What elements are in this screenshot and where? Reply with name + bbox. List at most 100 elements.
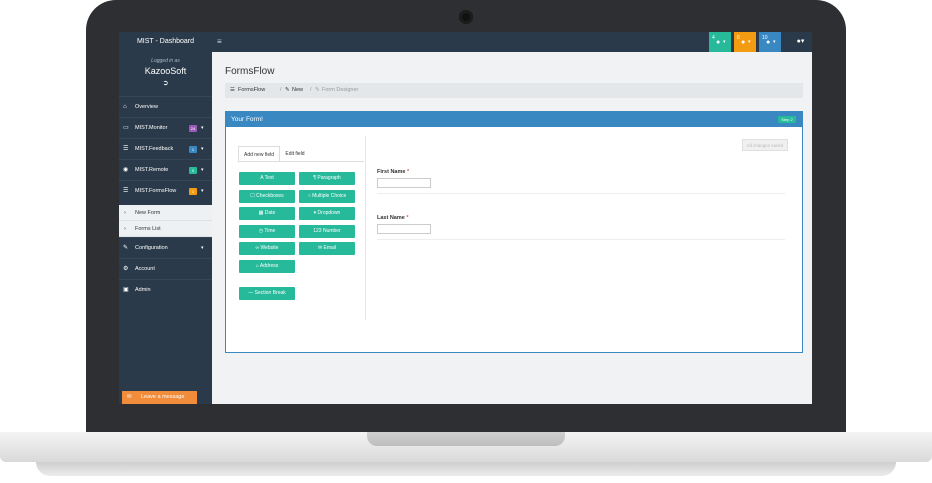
tabs-underline — [238, 161, 364, 162]
panel-title: Your Form! — [231, 116, 263, 123]
notification-button[interactable]: 10 ● ▾ — [759, 32, 781, 52]
field-label-text: Last Name — [377, 215, 405, 221]
add-section-break-button[interactable]: — Section Break — [239, 287, 295, 300]
chevron-down-icon: ▾ — [723, 39, 726, 45]
add-paragraph-field-button[interactable]: ¶ Paragraph — [299, 172, 355, 185]
add-date-field-button[interactable]: ▦ Date — [239, 207, 295, 220]
chevron-right-icon: › — [124, 226, 126, 232]
button-label: Time — [264, 228, 276, 234]
users-icon: ◉ — [123, 167, 129, 173]
button-label: Number — [322, 228, 341, 234]
hamburger-icon[interactable]: ≡ — [217, 32, 222, 52]
button-label: Section Break — [254, 290, 286, 296]
sidebar-item-configuration[interactable]: ✎ Configuration ▾ — [119, 237, 212, 258]
button-label: Dropdown — [317, 210, 341, 216]
sidebar-item-feedback[interactable]: ☰ MIST.Feedback 1 ▾ — [119, 138, 212, 159]
breadcrumb-item-form-designer: Form Designer — [322, 87, 359, 93]
button-label: Date — [264, 210, 276, 216]
gear-icon: ⚙ — [123, 266, 129, 272]
chevron-down-icon: ▾ — [201, 146, 204, 152]
add-website-field-button[interactable]: ∞ Website — [239, 242, 295, 255]
chevron-down-icon: ▾ — [201, 125, 204, 131]
notification-button[interactable]: 6 ● ▾ — [734, 32, 756, 52]
last-name-input[interactable] — [377, 224, 431, 234]
chevron-down-icon: ▾ — [201, 245, 204, 251]
notification-button[interactable]: 4 ● ▾ — [709, 32, 731, 52]
edit-icon: ✎ — [123, 245, 129, 251]
sidebar-subitem-label: New Form — [135, 210, 161, 216]
page-title: FormsFlow — [225, 66, 275, 77]
add-number-field-button[interactable]: 123 Number — [299, 225, 355, 238]
sidebar-item-formsflow[interactable]: ☰ MIST.FormsFlow 1 ▾ — [119, 180, 212, 201]
first-name-input[interactable] — [377, 178, 431, 188]
button-label: Email — [323, 245, 337, 251]
laptop-base-bottom — [36, 462, 896, 476]
chevron-down-icon: ▾ — [201, 188, 204, 194]
add-multiple-choice-field-button[interactable]: ○ Multiple Choice — [299, 190, 355, 203]
tab-edit-field[interactable]: Edit field — [280, 146, 310, 162]
laptop-notch — [367, 432, 565, 446]
count-badge: 0 — [189, 167, 197, 174]
add-address-field-button[interactable]: ⌂ Address — [239, 260, 295, 273]
brand-title[interactable]: MIST - Dashboard — [119, 32, 212, 52]
add-checkboxes-field-button[interactable]: ☐ Checkboxes — [239, 190, 295, 203]
add-text-field-button[interactable]: A Text — [239, 172, 295, 185]
count-badge: 1 — [189, 188, 197, 195]
field-label-first-name: First Name * — [377, 169, 409, 175]
sidebar-item-label: MIST.Remote — [135, 167, 169, 173]
chevron-down-icon: ▾ — [201, 167, 204, 173]
user-icon: ● — [716, 39, 721, 46]
sidebar-subitem-forms-list[interactable]: › Forms List — [119, 221, 212, 237]
notification-count: 4 — [712, 35, 715, 41]
all-changes-saved-button[interactable]: All changes saved — [742, 139, 788, 151]
panel-header: Your Form! Step 2 — [226, 112, 802, 127]
add-time-field-button[interactable]: ◷ Time — [239, 225, 295, 238]
list-icon: ☰ — [123, 188, 129, 194]
field-label-text: First Name — [377, 169, 406, 175]
chevron-down-icon: ▾ — [773, 39, 776, 45]
count-badge: 24 — [189, 125, 197, 132]
sidebar-item-label: MIST.FormsFlow — [135, 188, 177, 194]
number-icon: 123 — [313, 228, 323, 234]
breadcrumb-item-new[interactable]: New — [292, 83, 303, 98]
sidebar-item-monitor[interactable]: ▭ MIST.Monitor 24 ▾ — [119, 117, 212, 138]
field-separator — [377, 239, 785, 240]
sidebar-item-account[interactable]: ⚙ Account — [119, 258, 212, 279]
logout-icon[interactable]: ➲ — [119, 79, 212, 87]
button-label: Address — [259, 263, 279, 269]
edit-icon: ✎ — [315, 87, 320, 93]
monitor-icon: ▭ — [123, 125, 129, 131]
list-icon: ☰ — [230, 87, 235, 93]
user-icon: ● — [766, 39, 771, 46]
chevron-right-icon: › — [124, 210, 126, 216]
button-label: Checkboxes — [256, 193, 284, 199]
user-icon: ● — [741, 39, 746, 46]
field-separator — [377, 193, 785, 194]
list-icon: ☰ — [123, 146, 129, 152]
breadcrumb: ☰ FormsFlow / ✎ New / ✎ Form Designer — [225, 83, 803, 98]
edit-icon: ✎ — [285, 87, 290, 93]
sidebar-item-overview[interactable]: ⌂ Overview — [119, 96, 212, 117]
sidebar-item-label: MIST.Monitor — [135, 125, 168, 131]
user-menu-button[interactable]: ●▾ — [789, 32, 812, 52]
main-content: FormsFlow ☰ FormsFlow / ✎ New / ✎ Form D… — [212, 52, 812, 404]
button-label: Multiple Choice — [312, 193, 347, 199]
add-dropdown-field-button[interactable]: ▾ Dropdown — [299, 207, 355, 220]
sidebar-subitem-new-form[interactable]: › New Form — [119, 205, 212, 221]
profile-block: Logged in as KazooSoft ➲ — [119, 52, 212, 96]
chevron-down-icon: ▾ — [800, 38, 805, 45]
breadcrumb-item-formsflow[interactable]: FormsFlow — [238, 83, 265, 98]
button-label: Paragraph — [317, 175, 341, 181]
sidebar-item-label: Configuration — [135, 245, 168, 251]
leave-message-button[interactable]: ✉ Leave a message — [122, 391, 197, 404]
leave-message-label: Leave a message — [141, 394, 185, 400]
notification-count: 6 — [737, 35, 740, 41]
sidebar-item-remote[interactable]: ◉ MIST.Remote 0 ▾ — [119, 159, 212, 180]
sidebar: Logged in as KazooSoft ➲ ⌂ Overview ▭ MI… — [119, 52, 212, 404]
sidebar-item-admin[interactable]: ▣ Admin — [119, 279, 212, 300]
add-email-field-button[interactable]: ✉ Email — [299, 242, 355, 255]
field-label-last-name: Last Name * — [377, 215, 409, 221]
sidebar-item-label: Overview — [135, 104, 158, 110]
tab-add-new-field[interactable]: Add new field — [238, 146, 280, 162]
sidebar-item-label: MIST.Feedback — [135, 146, 174, 152]
